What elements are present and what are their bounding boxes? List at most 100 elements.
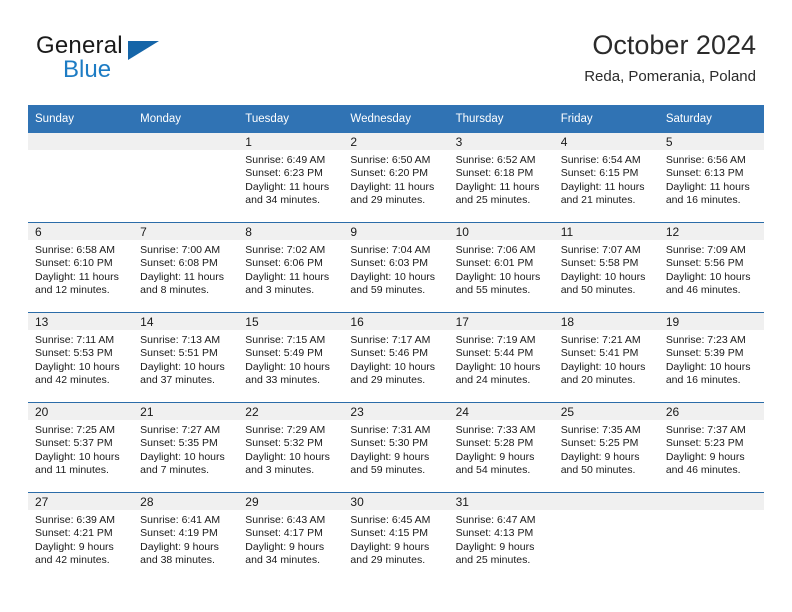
daylight-text-line2: and 11 minutes. [35,464,109,477]
daylight-text-line1: Daylight: 9 hours [560,450,640,463]
day-number: 6 [28,223,134,240]
sunrise-text: Sunrise: 6:39 AM [35,514,115,526]
sunset-text: Sunset: 5:51 PM [140,347,218,360]
daylight-text-line1: Daylight: 11 hours [35,270,119,283]
day-cell-empty [28,133,134,223]
daylight-text-line1: Daylight: 11 hours [245,180,330,193]
day-cell[interactable]: 11 Sunrise: 7:07 AM Sunset: 5:58 PM Dayligh… [553,222,659,313]
day-cell[interactable]: 31 Sunrise: 6:47 AM Sunset: 4:13 PM Dayligh… [448,492,554,582]
day-cell[interactable]: 19 Sunrise: 7:23 AM Sunset: 5:39 PM Dayligh… [658,312,764,403]
day-number: 2 [343,133,449,150]
daylight-text-line1: Daylight: 10 hours [560,270,646,283]
day-details: Sunrise: 6:52 AM Sunset: 6:18 PM Daylight:… [449,150,554,208]
daylight-text-line1: Daylight: 10 hours [35,360,120,373]
day-cell[interactable]: 3 Sunrise: 6:52 AM Sunset: 6:18 PM Daylight… [448,133,554,223]
day-details: Sunrise: 7:29 AM Sunset: 5:32 PM Daylight:… [238,420,343,478]
day-cell[interactable]: 10 Sunrise: 7:06 AM Sunset: 6:01 PM Dayligh… [448,222,554,313]
day-cell[interactable]: 7 Sunrise: 7:00 AM Sunset: 6:08 PM Daylight… [133,222,239,313]
day-cell[interactable]: 24 Sunrise: 7:33 AM Sunset: 5:28 PM Dayligh… [448,402,554,493]
day-number: 26 [658,403,764,420]
day-details: Sunrise: 7:19 AM Sunset: 5:44 PM Daylight:… [449,330,554,388]
day-cell[interactable]: 5 Sunrise: 6:56 AM Sunset: 6:13 PM Daylight… [658,133,764,223]
daylight-text-line2: and 12 minutes. [35,284,110,297]
day-cell[interactable]: 23 Sunrise: 7:31 AM Sunset: 5:30 PM Dayligh… [343,402,449,493]
day-number [658,493,764,510]
sunset-text: Sunset: 6:10 PM [35,257,113,270]
title-block: October 2024 Reda, Pomerania, Poland [584,28,756,88]
page-title: October 2024 [592,30,756,60]
day-number: 7 [133,223,239,240]
sunrise-text: Sunrise: 7:35 AM [560,424,641,436]
sunrise-text: Sunrise: 7:29 AM [245,424,326,436]
day-details: Sunrise: 6:47 AM Sunset: 4:13 PM Daylight:… [449,510,554,568]
day-cell[interactable]: 17 Sunrise: 7:19 AM Sunset: 5:44 PM Dayligh… [448,312,554,403]
day-cell[interactable]: 28 Sunrise: 6:41 AM Sunset: 4:19 PM Dayligh… [133,492,239,582]
daylight-text-line2: and 50 minutes. [560,464,636,477]
day-cell[interactable]: 6 Sunrise: 6:58 AM Sunset: 6:10 PM Daylight… [28,222,134,313]
day-cell[interactable]: 16 Sunrise: 7:17 AM Sunset: 5:46 PM Dayligh… [343,312,449,403]
day-cell[interactable]: 4 Sunrise: 6:54 AM Sunset: 6:15 PM Daylight… [553,133,659,223]
sunset-text: Sunset: 5:23 PM [665,437,744,450]
day-details: Sunrise: 7:04 AM Sunset: 6:03 PM Daylight:… [343,240,448,298]
day-cell[interactable]: 22 Sunrise: 7:29 AM Sunset: 5:32 PM Dayligh… [238,402,344,493]
day-number: 24 [448,403,554,420]
day-cell[interactable]: 26 Sunrise: 7:37 AM Sunset: 5:23 PM Dayligh… [658,402,764,493]
weekday-header-wednesday: Wednesday [343,105,449,133]
daylight-text-line2: and 25 minutes. [455,194,531,207]
day-number: 14 [133,313,239,330]
sunset-text: Sunset: 6:13 PM [665,167,744,180]
day-cell[interactable]: 13 Sunrise: 7:11 AM Sunset: 5:53 PM Dayligh… [28,312,134,403]
day-cell[interactable]: 12 Sunrise: 7:09 AM Sunset: 5:56 PM Dayligh… [658,222,764,313]
day-cell[interactable]: 29 Sunrise: 6:43 AM Sunset: 4:17 PM Dayligh… [238,492,344,582]
day-number: 1 [238,133,344,150]
sunrise-text: Sunrise: 6:47 AM [455,514,536,526]
day-details: Sunrise: 7:33 AM Sunset: 5:28 PM Daylight:… [449,420,554,478]
daylight-text-line1: Daylight: 10 hours [350,360,436,373]
general-blue-logo[interactable]: General Blue [36,32,246,94]
day-cell[interactable]: 15 Sunrise: 7:15 AM Sunset: 5:49 PM Dayligh… [238,312,344,403]
sunrise-text: Sunrise: 7:15 AM [245,334,326,346]
weekday-header-thursday: Thursday [448,105,554,133]
weekday-header-saturday: Saturday [658,105,764,133]
sunrise-text: Sunrise: 7:11 AM [35,334,115,346]
day-details: Sunrise: 7:37 AM Sunset: 5:23 PM Daylight:… [659,420,764,478]
day-details: Sunrise: 7:31 AM Sunset: 5:30 PM Daylight:… [343,420,448,478]
sunset-text: Sunset: 4:13 PM [455,527,534,540]
day-number: 21 [133,403,239,420]
sunset-text: Sunset: 5:44 PM [455,347,534,360]
daylight-text-line1: Daylight: 9 hours [455,450,535,463]
day-number: 11 [553,223,659,240]
day-cell-empty [133,133,239,223]
daylight-text-line2: and 29 minutes. [350,554,426,567]
daylight-text-line2: and 21 minutes. [560,194,636,207]
daylight-text-line2: and 25 minutes. [455,554,531,567]
daylight-text-line2: and 3 minutes. [245,464,315,477]
day-details: Sunrise: 7:11 AM Sunset: 5:53 PM Daylight:… [28,330,133,388]
day-cell-empty [658,492,764,582]
daylight-text-line1: Daylight: 11 hours [350,180,435,193]
sunset-text: Sunset: 6:20 PM [350,167,429,180]
day-cell[interactable]: 27 Sunrise: 6:39 AM Sunset: 4:21 PM Dayligh… [28,492,134,582]
day-cell[interactable]: 25 Sunrise: 7:35 AM Sunset: 5:25 PM Dayligh… [553,402,659,493]
day-details: Sunrise: 7:09 AM Sunset: 5:56 PM Daylight:… [659,240,764,298]
day-cell[interactable]: 8 Sunrise: 7:02 AM Sunset: 6:06 PM Daylight… [238,222,344,313]
day-cell[interactable]: 30 Sunrise: 6:45 AM Sunset: 4:15 PM Dayligh… [343,492,449,582]
daylight-text-line1: Daylight: 10 hours [35,450,120,463]
daylight-text-line1: Daylight: 11 hours [455,180,540,193]
day-cell[interactable]: 2 Sunrise: 6:50 AM Sunset: 6:20 PM Daylight… [343,133,449,223]
daylight-text-line2: and 24 minutes. [455,374,531,387]
day-cell[interactable]: 20 Sunrise: 7:25 AM Sunset: 5:37 PM Dayligh… [28,402,134,493]
day-cell[interactable]: 9 Sunrise: 7:04 AM Sunset: 6:03 PM Daylight… [343,222,449,313]
daylight-text-line1: Daylight: 10 hours [665,360,751,373]
day-details: Sunrise: 7:25 AM Sunset: 5:37 PM Daylight:… [28,420,133,478]
daylight-text-line2: and 55 minutes. [455,284,531,297]
sunrise-text: Sunrise: 7:17 AM [350,334,431,346]
day-cell[interactable]: 1 Sunrise: 6:49 AM Sunset: 6:23 PM Daylight… [238,133,344,223]
daylight-text-line2: and 34 minutes. [245,194,320,207]
daylight-text-line1: Daylight: 9 hours [35,540,114,553]
day-cell[interactable]: 18 Sunrise: 7:21 AM Sunset: 5:41 PM Dayligh… [553,312,659,403]
day-cell[interactable]: 21 Sunrise: 7:27 AM Sunset: 5:35 PM Dayligh… [133,402,239,493]
daylight-text-line2: and 54 minutes. [455,464,531,477]
day-cell[interactable]: 14 Sunrise: 7:13 AM Sunset: 5:51 PM Dayligh… [133,312,239,403]
weekday-header-row: Sunday Monday Tuesday Wednesday Thursday… [28,105,764,133]
